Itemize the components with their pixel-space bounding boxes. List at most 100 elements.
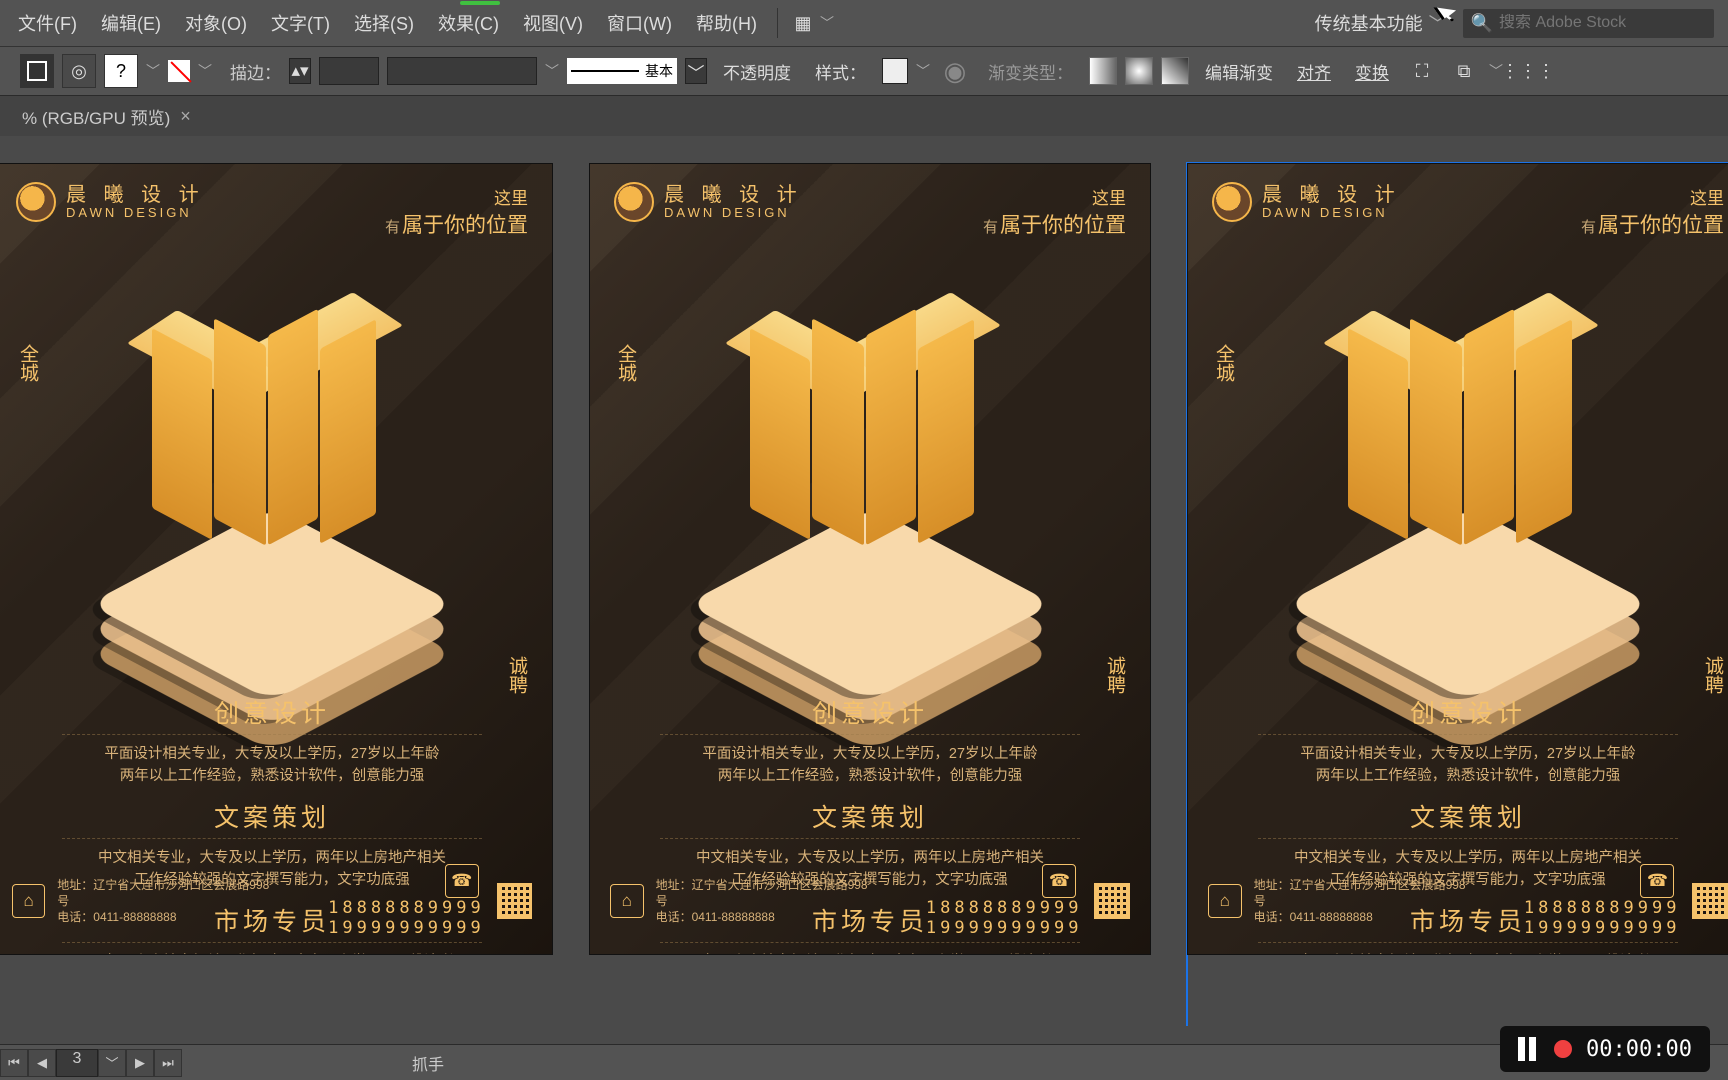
transform-link[interactable]: 变换 bbox=[1347, 59, 1397, 84]
home-icon: ⌂ bbox=[610, 884, 644, 918]
addr-label: 地址： bbox=[656, 878, 692, 892]
menu-view[interactable]: 视图(V) bbox=[511, 4, 595, 42]
workspace-label[interactable]: 传统基本功能 bbox=[1315, 10, 1423, 36]
edit-gradient-button[interactable]: 编辑渐变 bbox=[1197, 59, 1281, 84]
tel-label: 电话： bbox=[1254, 910, 1290, 924]
logo-text-cn: 晨 曦 设 计 bbox=[1262, 184, 1401, 206]
stroke-weight-input[interactable] bbox=[319, 57, 379, 85]
style-label: 样式： bbox=[807, 59, 874, 84]
document-tab[interactable]: % (RGB/GPU 预览) × bbox=[10, 96, 203, 137]
section-title: 创意设计 bbox=[630, 694, 1110, 730]
chevron-down-icon[interactable]: ﹀ bbox=[820, 13, 834, 33]
canvas-area[interactable]: 晨 曦 设 计 DAWN DESIGN 这里 有属于你的位置 全城 诚聘 创意设… bbox=[0, 136, 1728, 1026]
screen-recorder[interactable]: 00:00:00 bbox=[1500, 1026, 1710, 1072]
stroke-swatch-none[interactable] bbox=[168, 60, 190, 82]
header-line1: 这里 bbox=[385, 184, 528, 209]
phone-icon: ☎ bbox=[1640, 864, 1674, 898]
logo-text-en: DAWN DESIGN bbox=[664, 206, 803, 220]
gradient-freeform-icon[interactable] bbox=[1161, 57, 1189, 85]
close-icon[interactable]: × bbox=[180, 106, 191, 127]
side-text-right: 诚聘 bbox=[1699, 656, 1726, 694]
menu-object[interactable]: 对象(O) bbox=[173, 4, 259, 42]
phone-icon: ☎ bbox=[445, 864, 479, 898]
tab-title: % (RGB/GPU 预览) bbox=[22, 104, 170, 129]
menu-bar: 文件(F) 编辑(E) 对象(O) 文字(T) 选择(S) 效果(C) 视图(V… bbox=[0, 0, 1728, 46]
next-artboard-button[interactable]: ▶ bbox=[126, 1049, 154, 1077]
artboard-dropdown[interactable]: ﹀ bbox=[98, 1049, 126, 1077]
header-line1: 这里 bbox=[983, 184, 1126, 209]
tel-label: 电话： bbox=[57, 910, 93, 924]
prev-artboard-button[interactable]: ◀ bbox=[28, 1049, 56, 1077]
qr-code bbox=[497, 883, 532, 919]
search-input[interactable] bbox=[1499, 14, 1706, 32]
menu-file[interactable]: 文件(F) bbox=[6, 4, 89, 42]
artboard-2[interactable]: 晨 曦 设 计DAWN DESIGN 这里有属于你的位置 全城 诚聘 创意设计 … bbox=[590, 164, 1150, 1026]
phone-2: 19999999999 bbox=[926, 918, 1083, 938]
menu-help[interactable]: 帮助(H) bbox=[684, 4, 769, 42]
menu-select[interactable]: 选择(S) bbox=[342, 4, 426, 42]
logo-icon bbox=[16, 182, 56, 222]
side-text-left: 全城 bbox=[612, 344, 639, 382]
group-icon[interactable]: ⧉ bbox=[1447, 54, 1481, 88]
stroke-weight-stepper[interactable]: ▴▾ bbox=[289, 58, 311, 84]
section-title: 文案策划 bbox=[32, 798, 512, 834]
side-text-right: 诚聘 bbox=[1101, 656, 1128, 694]
artboard-3[interactable]: 晨 曦 设 计DAWN DESIGN 这里有属于你的位置 全城 诚聘 创意设计 … bbox=[1188, 164, 1728, 1026]
tel-label: 电话： bbox=[656, 910, 692, 924]
chevron-down-icon[interactable]: ﹀ bbox=[146, 61, 160, 81]
menu-separator bbox=[777, 8, 778, 38]
logo-text-cn: 晨 曦 设 计 bbox=[66, 184, 205, 206]
brush-dropdown[interactable]: ﹀ bbox=[685, 58, 707, 84]
stock-search[interactable]: 🔍 bbox=[1463, 9, 1714, 38]
poster: 晨 曦 设 计DAWN DESIGN 这里有属于你的位置 全城 诚聘 创意设计 … bbox=[590, 164, 1150, 954]
fill-swatch[interactable]: ? bbox=[104, 54, 138, 88]
menu-text[interactable]: 文字(T) bbox=[259, 4, 342, 42]
poster: 晨 曦 设 计 DAWN DESIGN 这里 有属于你的位置 全城 诚聘 创意设… bbox=[0, 164, 552, 954]
section-desc: 平面设计相关专业，大专及以上学历，27岁以上年龄 bbox=[104, 746, 439, 762]
chevron-down-icon[interactable]: ﹀ bbox=[1429, 10, 1447, 36]
menu-window[interactable]: 窗口(W) bbox=[595, 4, 684, 42]
align-link[interactable]: 对齐 bbox=[1289, 59, 1339, 84]
last-artboard-button[interactable]: ⏭ bbox=[154, 1049, 182, 1077]
chevron-down-icon[interactable]: ﹀ bbox=[916, 61, 930, 81]
menu-edit[interactable]: 编辑(E) bbox=[89, 4, 173, 42]
gradient-radial-icon[interactable] bbox=[1125, 57, 1153, 85]
section-desc: 两年以上工作经验，熟悉设计软件，创意能力强 bbox=[718, 768, 1023, 784]
variable-width-profile[interactable] bbox=[387, 57, 537, 85]
section-desc: 两年以上工作经验，熟悉设计软件，创意能力强 bbox=[120, 768, 425, 784]
gradient-linear-icon[interactable] bbox=[1089, 57, 1117, 85]
running-indicator bbox=[460, 1, 500, 5]
opacity-label: 不透明度 bbox=[715, 59, 799, 84]
graphic-style-swatch[interactable] bbox=[882, 58, 908, 84]
target-icon[interactable]: ◎ bbox=[62, 54, 96, 88]
side-text-left: 全城 bbox=[1210, 344, 1237, 382]
brush-definition[interactable]: 基本 bbox=[567, 58, 677, 84]
tel-value: 0411-88888888 bbox=[93, 910, 176, 924]
more-options-icon[interactable]: ⋮⋮⋮ bbox=[1511, 54, 1545, 88]
section-desc: 平面设计相关专业，大专及以上学历，27岁以上年龄 bbox=[702, 746, 1037, 762]
phone-1: 18888889999 bbox=[926, 898, 1083, 918]
home-icon: ⌂ bbox=[1208, 884, 1242, 918]
tab-bar: % (RGB/GPU 预览) × bbox=[0, 96, 1728, 136]
status-bar: ⏮ ◀ 3 ﹀ ▶ ⏭ 抓手 bbox=[0, 1044, 1728, 1080]
section-title: 文案策划 bbox=[1228, 798, 1708, 834]
chevron-down-icon[interactable]: ﹀ bbox=[198, 61, 212, 81]
artboard-1[interactable]: 晨 曦 设 计 DAWN DESIGN 这里 有属于你的位置 全城 诚聘 创意设… bbox=[0, 164, 552, 1026]
tel-value: 0411-88888888 bbox=[692, 910, 775, 924]
selection-mode-icon[interactable] bbox=[20, 54, 54, 88]
pause-icon[interactable] bbox=[1518, 1037, 1540, 1061]
recolor-icon[interactable]: ◉ bbox=[938, 54, 972, 88]
record-time: 00:00:00 bbox=[1586, 1037, 1692, 1062]
isolate-icon[interactable]: ⛶ bbox=[1405, 54, 1439, 88]
phone-2: 19999999999 bbox=[328, 918, 485, 938]
chevron-down-icon[interactable]: ﹀ bbox=[545, 61, 559, 81]
current-tool-label: 抓手 bbox=[412, 1051, 444, 1075]
addr-label: 地址： bbox=[57, 878, 93, 892]
first-artboard-button[interactable]: ⏮ bbox=[0, 1049, 28, 1077]
record-icon[interactable] bbox=[1554, 1040, 1572, 1058]
logo-text-cn: 晨 曦 设 计 bbox=[664, 184, 803, 206]
menu-effect[interactable]: 效果(C) bbox=[426, 4, 511, 42]
arrange-documents-icon[interactable]: ▦ bbox=[786, 6, 820, 40]
artboard-number[interactable]: 3 bbox=[56, 1049, 98, 1077]
section-desc: 两年以上工作经验，熟悉设计软件，创意能力强 bbox=[1316, 768, 1621, 784]
